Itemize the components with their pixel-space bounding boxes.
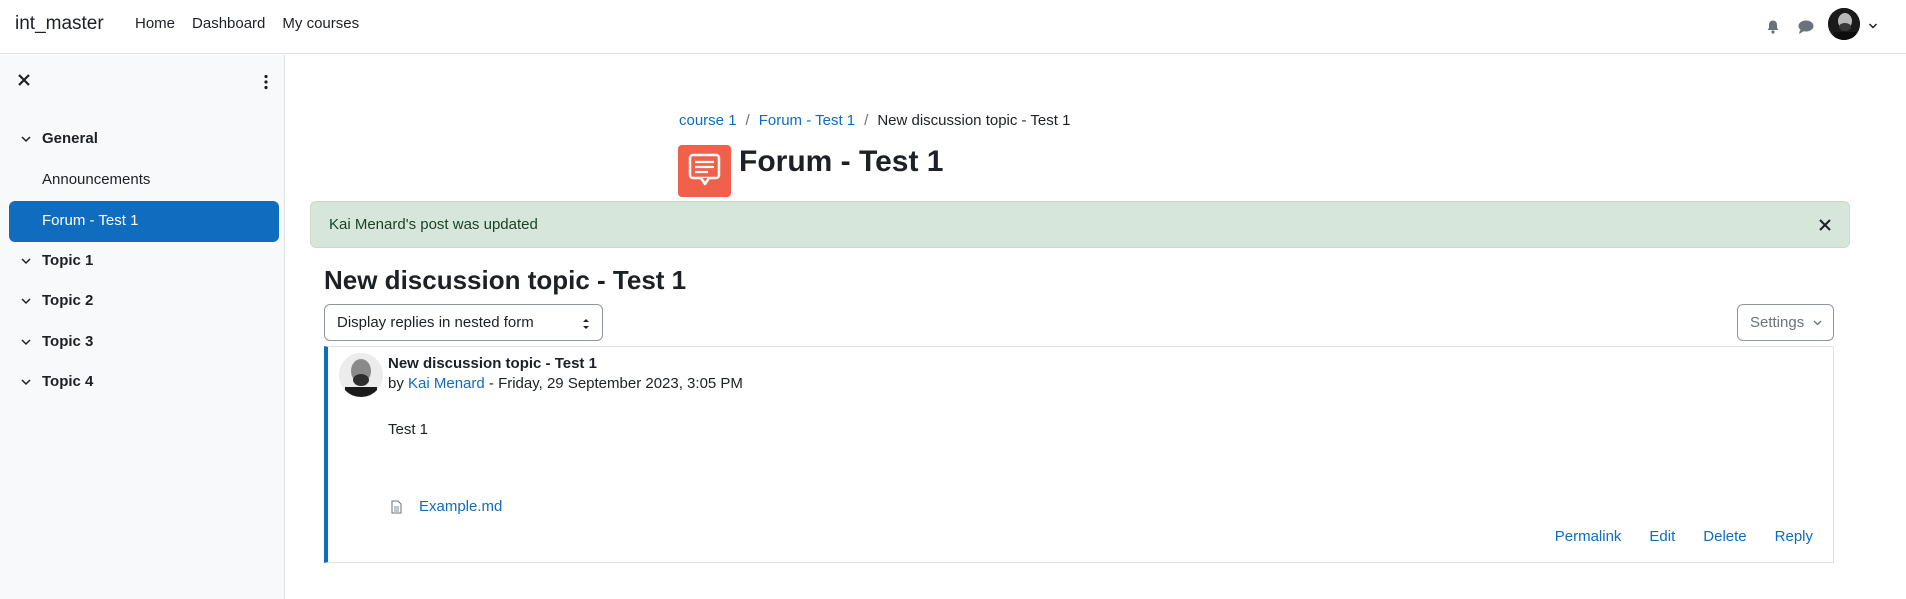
section-label: Topic 2 — [42, 292, 94, 309]
chevron-down-icon — [1813, 320, 1822, 326]
display-mode-select[interactable]: Display replies in nested form — [324, 304, 603, 341]
settings-label: Settings — [1750, 314, 1805, 331]
sort-arrows-icon — [583, 319, 589, 329]
attachment: Example.md — [391, 498, 502, 515]
site-brand[interactable]: int_master — [15, 13, 104, 35]
section-label: General — [42, 130, 98, 147]
nav-my-courses[interactable]: My courses — [282, 15, 359, 32]
breadcrumb-forum[interactable]: Forum - Test 1 — [759, 112, 855, 129]
forum-icon — [678, 145, 731, 197]
section-label: Topic 1 — [42, 252, 94, 269]
permalink-link[interactable]: Permalink — [1555, 528, 1622, 545]
top-navbar: int_master Home Dashboard My courses — [0, 0, 1906, 54]
discussion-title: New discussion topic - Test 1 — [324, 265, 687, 295]
section-topic-2[interactable]: Topic 2 — [20, 292, 93, 309]
more-options-icon[interactable] — [263, 74, 269, 90]
nav-home[interactable]: Home — [135, 15, 175, 32]
section-label: Topic 4 — [42, 373, 94, 390]
post-date: - Friday, 29 September 2023, 3:05 PM — [484, 375, 743, 392]
chat-icon[interactable] — [1798, 20, 1814, 34]
section-label: Topic 3 — [42, 333, 94, 350]
chevron-down-icon[interactable] — [20, 255, 32, 267]
chevron-down-icon[interactable] — [20, 133, 32, 145]
reply-link[interactable]: Reply — [1775, 528, 1813, 545]
chevron-down-icon[interactable] — [20, 295, 32, 307]
post-actions: Permalink Edit Delete Reply — [1527, 528, 1813, 545]
breadcrumb-separator: / — [864, 112, 869, 129]
bell-icon[interactable] — [1766, 20, 1780, 34]
chevron-down-icon[interactable] — [1868, 21, 1878, 31]
course-index-drawer: General Announcements Forum - Test 1 Top… — [0, 55, 285, 599]
sidebar-item-forum-test-1[interactable]: Forum - Test 1 — [9, 201, 279, 242]
breadcrumb: course 1 / Forum - Test 1 / New discussi… — [679, 112, 1070, 129]
user-avatar[interactable] — [1828, 8, 1860, 40]
close-icon[interactable] — [1818, 218, 1832, 232]
breadcrumb-course[interactable]: course 1 — [679, 112, 737, 129]
section-topic-1[interactable]: Topic 1 — [20, 252, 93, 269]
chevron-down-icon[interactable] — [20, 336, 32, 348]
section-topic-3[interactable]: Topic 3 — [20, 333, 93, 350]
forum-post: New discussion topic - Test 1 by Kai Men… — [324, 346, 1834, 563]
success-alert: Kai Menard's post was updated — [310, 201, 1850, 248]
post-subject: New discussion topic - Test 1 — [388, 355, 597, 372]
alert-message: Kai Menard's post was updated — [329, 216, 538, 233]
file-icon — [391, 500, 402, 513]
post-body: Test 1 — [388, 421, 429, 438]
page-title: Forum - Test 1 — [739, 145, 944, 178]
author-link[interactable]: Kai Menard — [408, 375, 485, 392]
breadcrumb-current: New discussion topic - Test 1 — [877, 112, 1071, 129]
close-icon[interactable] — [16, 72, 32, 88]
chevron-down-icon[interactable] — [20, 376, 32, 388]
attachment-link[interactable]: Example.md — [419, 498, 502, 515]
user-controls — [1766, 8, 1878, 40]
post-byline: by Kai Menard - Friday, 29 September 202… — [388, 375, 743, 392]
section-general[interactable]: General — [20, 130, 98, 147]
display-mode-value: Display replies in nested form — [337, 314, 534, 331]
author-avatar[interactable] — [339, 353, 383, 397]
byline-prefix: by — [388, 375, 404, 392]
primary-nav: Home Dashboard My courses — [135, 15, 376, 32]
delete-link[interactable]: Delete — [1703, 528, 1746, 545]
settings-button[interactable]: Settings — [1737, 304, 1834, 341]
section-topic-4[interactable]: Topic 4 — [20, 373, 93, 390]
breadcrumb-separator: / — [745, 112, 750, 129]
nav-dashboard[interactable]: Dashboard — [192, 15, 265, 32]
edit-link[interactable]: Edit — [1649, 528, 1675, 545]
sidebar-item-announcements[interactable]: Announcements — [42, 171, 150, 188]
